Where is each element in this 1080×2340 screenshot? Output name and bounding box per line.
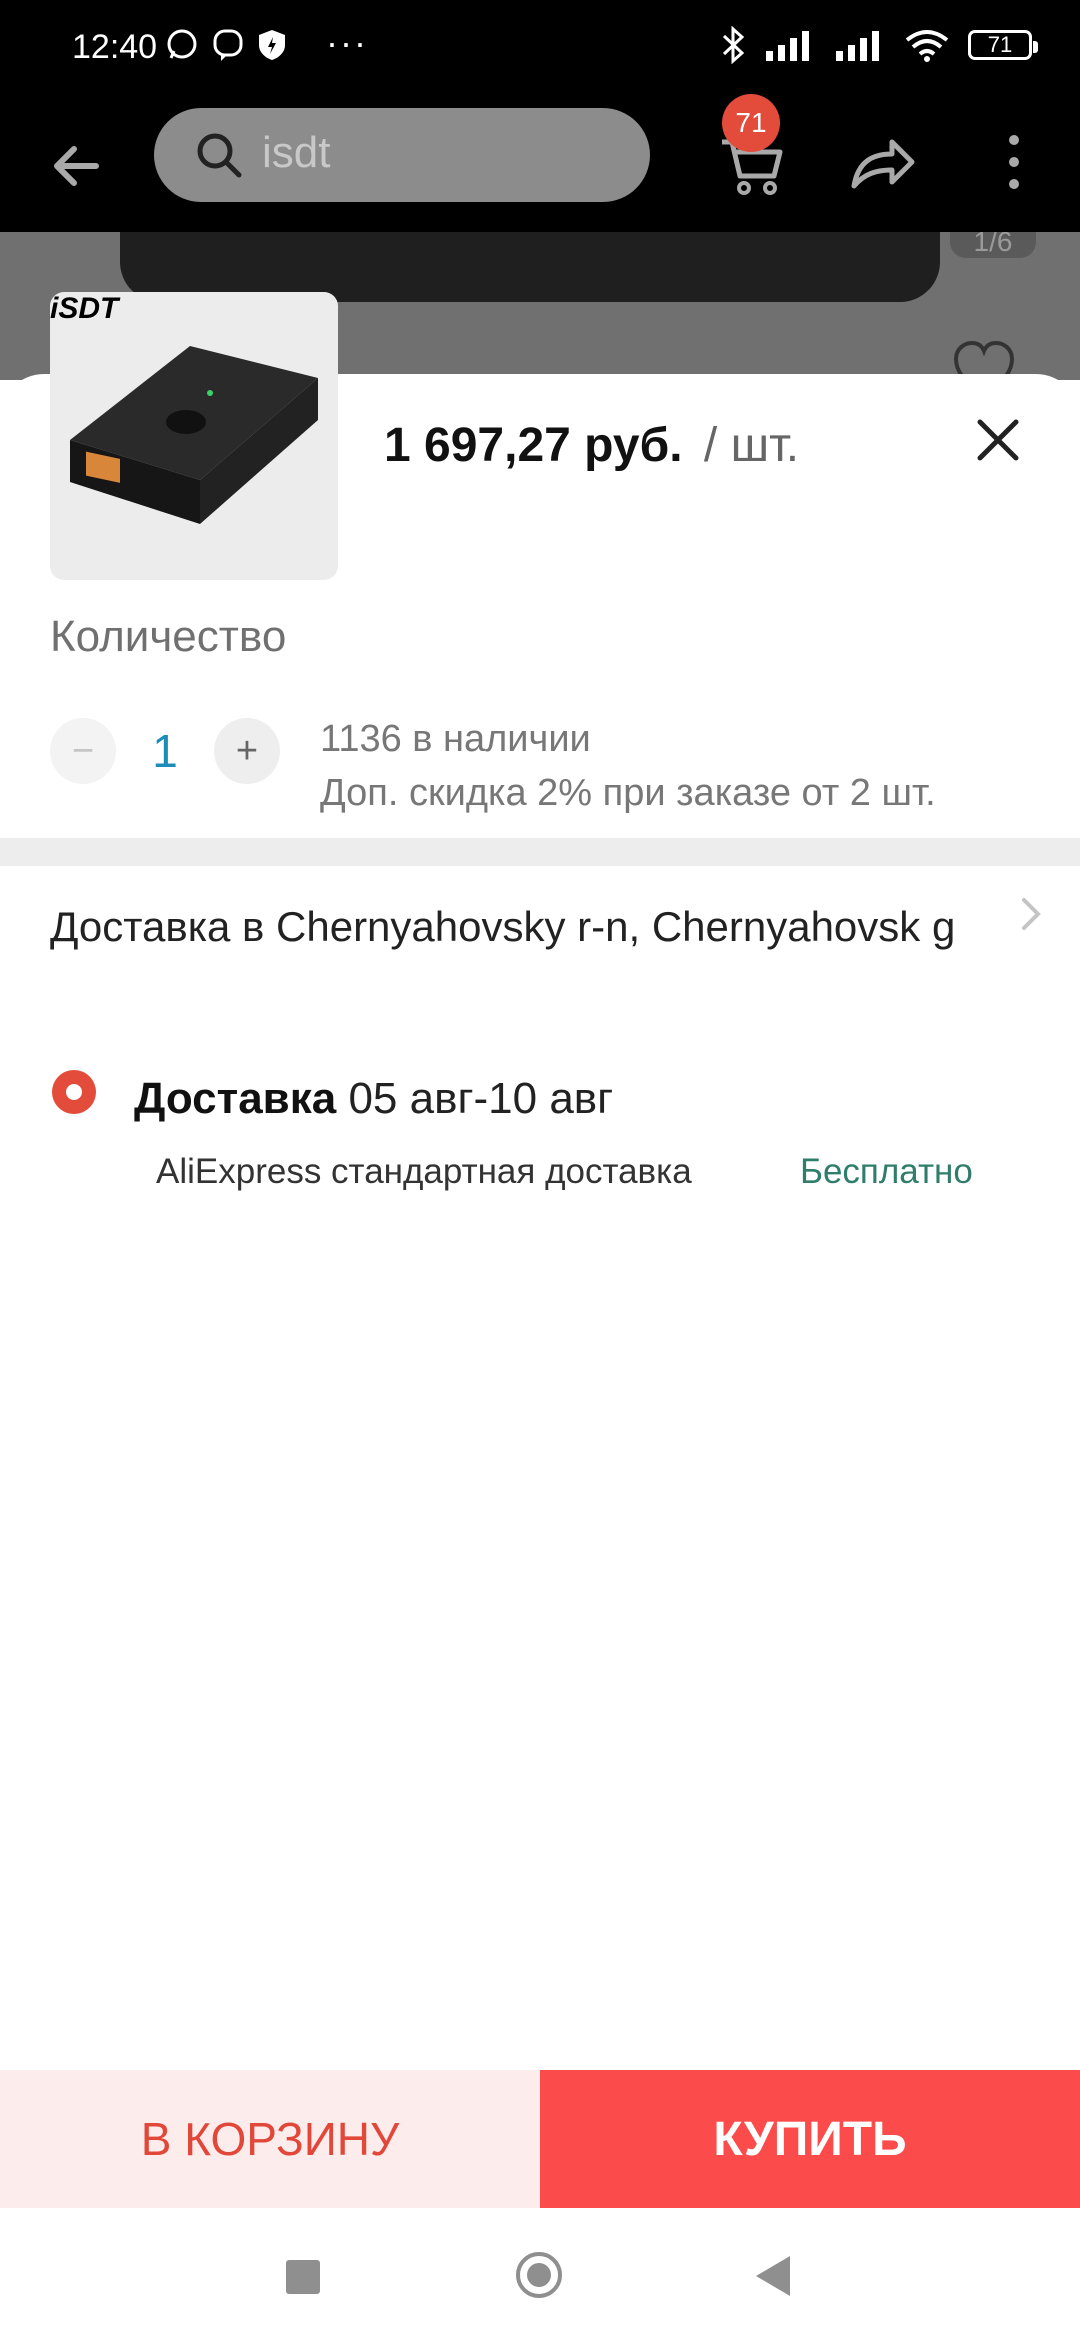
system-nav-bar bbox=[0, 2208, 1080, 2340]
shield-icon bbox=[259, 30, 285, 60]
bluetooth-icon bbox=[722, 26, 745, 64]
product-image bbox=[70, 346, 318, 524]
shipping-carrier: AliExpress стандартная доставка bbox=[156, 1152, 692, 1191]
wifi-icon bbox=[905, 30, 949, 62]
viber-icon bbox=[213, 29, 243, 61]
quantity-title: Количество bbox=[50, 612, 287, 661]
price-row: 1 697,27 руб. / шт. bbox=[384, 418, 799, 473]
signal-icon bbox=[836, 31, 879, 61]
back-arrow-icon[interactable] bbox=[44, 134, 108, 198]
close-icon[interactable] bbox=[970, 412, 1026, 468]
shipping-price: Бесплатно bbox=[800, 1152, 973, 1191]
delivery-address[interactable]: Доставка в Chernyahovsky r-n, Chernyahov… bbox=[50, 900, 990, 954]
home-icon[interactable] bbox=[516, 2252, 562, 2298]
bulk-discount-info: Доп. скидка 2% при заказе от 2 шт. bbox=[320, 772, 936, 814]
buy-now-button[interactable]: КУПИТЬ bbox=[540, 2070, 1080, 2208]
search-bar[interactable]: isdt bbox=[154, 108, 650, 202]
status-bar: 12:40 ··· 71 bbox=[0, 0, 1080, 100]
search-icon bbox=[197, 133, 242, 178]
signal-icon bbox=[766, 31, 809, 61]
recent-apps-icon[interactable] bbox=[286, 2260, 320, 2294]
delivery-label: Доставка bbox=[134, 1074, 337, 1123]
price: 1 697,27 руб. bbox=[384, 419, 683, 472]
stock-info: 1136 в наличии bbox=[320, 718, 591, 760]
more-vert-icon[interactable] bbox=[994, 126, 1034, 198]
quantity-increase-button[interactable]: + bbox=[214, 718, 280, 784]
quantity-value[interactable]: 1 bbox=[140, 724, 190, 778]
delivery-option[interactable]: Доставка 05 авг-10 авг bbox=[134, 1074, 613, 1124]
add-to-cart-button[interactable]: В КОРЗИНУ bbox=[0, 2070, 540, 2208]
top-app-bar: isdt 71 bbox=[0, 94, 1080, 232]
status-time: 12:40 bbox=[72, 28, 158, 66]
share-icon[interactable] bbox=[846, 126, 918, 198]
whatsapp-icon bbox=[167, 29, 197, 59]
status-more-dots: ··· bbox=[326, 22, 368, 63]
image-counter: 1/6 bbox=[950, 232, 1036, 258]
cart-count-badge: 71 bbox=[722, 94, 780, 152]
delivery-dates: 05 авг-10 авг bbox=[348, 1074, 614, 1123]
section-divider bbox=[0, 838, 1080, 866]
nav-back-icon[interactable] bbox=[756, 2256, 790, 2296]
chevron-right-icon[interactable] bbox=[1018, 894, 1044, 934]
quantity-decrease-button[interactable]: − bbox=[50, 718, 116, 784]
product-thumbnail: iSDT bbox=[50, 292, 338, 580]
battery-indicator: 71 bbox=[968, 30, 1038, 60]
brand-logo: iSDT bbox=[50, 292, 119, 325]
delivery-option-radio[interactable] bbox=[52, 1070, 96, 1114]
search-input[interactable]: isdt bbox=[262, 128, 330, 178]
price-unit: / шт. bbox=[703, 419, 800, 472]
